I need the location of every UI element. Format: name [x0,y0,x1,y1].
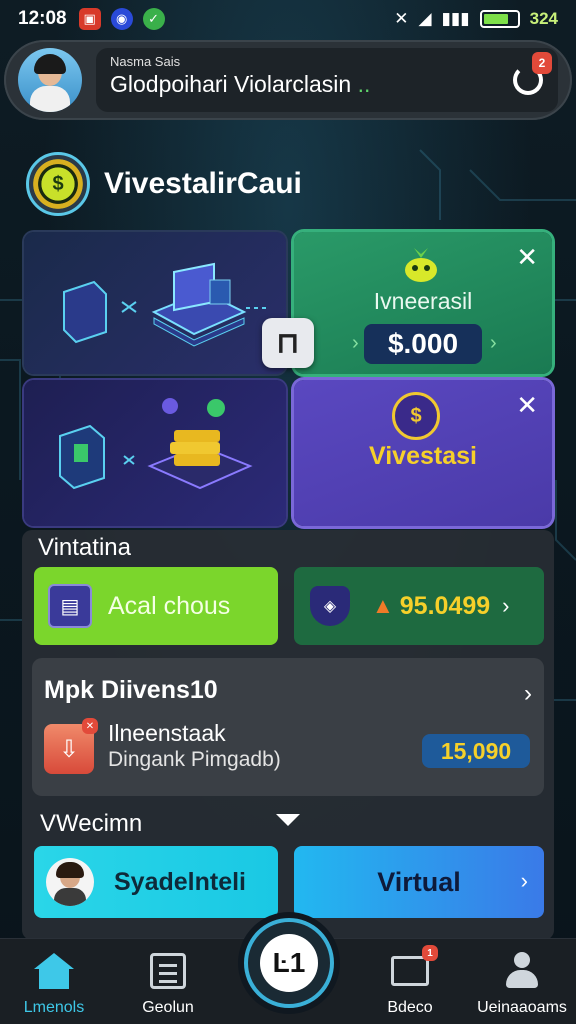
investment-name: Ilneenstaak [108,720,226,746]
nav-item-profile[interactable]: Ueinaaoams [472,949,572,1017]
virtual-button-label: Virtual [377,866,461,897]
avatar[interactable] [18,48,82,112]
coin-icon: $ [392,392,440,440]
triangle-up-icon: ▲ [372,593,394,618]
nav-label: Geolun [142,999,194,1016]
value-text: 95.0499 [399,591,491,620]
avatar [46,858,94,906]
notification-app-icon: ◉ [110,8,133,30]
refresh-badge: 2 [532,52,552,74]
document-icon: ▤ [48,584,92,628]
header-text-box[interactable]: Nasma Sais Glodpoihari Violarclasin .. [96,48,558,112]
investment-card[interactable]: Mpk Diivens10 › ⇩ ✕ Ilneenstaak Dingank … [32,658,544,796]
mail-badge: 1 [422,945,438,961]
nav-item-home[interactable]: Lmenols [4,949,104,1017]
battery-text: 324 [529,9,558,28]
battery-icon [479,10,520,28]
user-icon [504,952,540,990]
promo-amount: $.000 [364,324,482,364]
investment-title: Mpk Diivens10 [44,676,218,704]
illustration-card-coins[interactable] [24,380,286,526]
header-small-text: Nasma Sais [110,54,181,69]
chevron-right-icon: › [490,332,497,354]
signal-icon: ▮▮▮ [441,9,470,28]
header-dots: .. [357,71,371,97]
sprout-icon [405,248,437,282]
nav-label: Ueinaaoams [477,999,567,1016]
nav-label: Lmenols [23,999,85,1016]
nav-item-inbox[interactable]: 1 Bdeco [360,945,460,1017]
app-badge-icon: ✕ [82,718,98,734]
chevron-right-icon[interactable]: › [524,680,532,708]
close-icon[interactable]: ✕ [516,242,538,273]
nav-item-store[interactable]: Geolun [118,949,218,1017]
gift-button[interactable]: ⊓ [262,318,314,368]
wifi-icon: ◢ [418,9,432,28]
laptop-illustration-icon [63,262,270,347]
illustration-card-laptop[interactable] [24,232,286,374]
download-app-icon: ⇩ ✕ [44,718,98,774]
investment-amount: 15,090 [422,734,530,768]
value-button[interactable]: ◈ ▲ 95.0499 › [294,567,544,645]
center-action-label: Ŀ1 [260,934,318,992]
home-icon [34,953,74,989]
mail-icon: 1 [391,945,438,986]
chevron-left-icon: › [352,332,359,354]
action-button-label: Acal chous [108,591,231,620]
notification-app-icon: ✓ [142,8,165,30]
coins-illustration-icon [59,398,253,490]
promo-title: Vivestasi [369,442,477,470]
panel-label-bottom: VWecimn [40,810,143,837]
profile-action-button[interactable]: Syadelnteli [34,846,278,918]
profile-header[interactable]: Nasma Sais Glodpoihari Violarclasin .. 2 [4,40,572,120]
header-main-label: Glodpoihari Violarclasin [110,71,352,97]
close-icon[interactable]: ✕ [516,390,538,421]
promo-card-green[interactable]: ✕ Ivneerasil › $.000 › [294,232,552,374]
coin-logo-icon: $ [26,152,90,216]
profile-action-label: Syadelnteli [114,867,246,896]
chevron-down-icon[interactable] [276,812,300,828]
status-bar: 12:08 ▣ ◉ ✓ ✕ ◢ ▮▮▮ 324 [0,0,576,38]
nav-label: Bdeco [387,999,433,1016]
notification-app-icon: ▣ [78,8,101,30]
gift-icon: ⊓ [276,326,300,360]
section-header: $ VivestalirCaui [26,152,302,216]
header-main-text: Glodpoihari Violarclasin .. [110,71,544,98]
action-button-green[interactable]: ▤ Acal chous [34,567,278,645]
promo-title: Ivneerasil [373,288,473,314]
virtual-button[interactable]: Virtual › [294,846,544,918]
chevron-right-icon: › [520,868,528,893]
center-action-button[interactable]: Ŀ1 [244,918,334,1008]
shield-icon: ◈ [310,586,350,626]
mute-icon: ✕ [394,9,409,28]
store-icon [150,953,186,989]
refresh-icon[interactable]: 2 [510,52,552,98]
section-title: VivestalirCaui [104,167,302,200]
chevron-right-icon: › [502,593,510,618]
investment-subtitle: Dingank Pimgadb) [108,748,281,771]
status-time: 12:08 [18,8,67,29]
panel-label-top: Vintatina [38,534,131,561]
promo-card-purple[interactable]: $ ✕ Vivestasi [294,380,552,526]
